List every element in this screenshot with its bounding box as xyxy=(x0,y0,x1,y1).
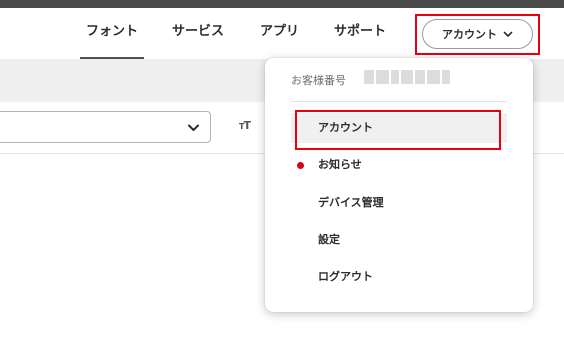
account-button[interactable]: アカウント xyxy=(422,19,533,49)
menu-item-device-management[interactable]: デバイス管理 xyxy=(291,188,507,218)
menu-item-logout[interactable]: ログアウト xyxy=(291,262,507,292)
account-dropdown-menu: お客様番号 アカウント お知らせ デバイス管理 設定 ログアウト xyxy=(265,58,533,312)
menu-item-account[interactable]: アカウント xyxy=(291,113,507,143)
menu-item-notifications-label: お知らせ xyxy=(318,158,362,171)
nav-link-support[interactable]: サポート xyxy=(334,8,386,59)
account-button-label: アカウント xyxy=(442,28,497,41)
page: フォント サービス アプリ サポート アカウント TT お客様番号 アカウント … xyxy=(0,0,564,347)
menu-item-notifications[interactable]: お知らせ xyxy=(291,150,507,180)
text-size-icon[interactable]: TT xyxy=(239,119,251,132)
font-select[interactable] xyxy=(0,111,211,143)
menu-divider xyxy=(291,101,507,102)
text-size-glyph: T xyxy=(243,119,250,132)
main-nav: フォント サービス アプリ サポート アカウント xyxy=(0,8,564,59)
top-bar xyxy=(0,0,564,8)
notification-dot-icon xyxy=(297,162,304,169)
nav-link-fonts[interactable]: フォント xyxy=(79,8,145,59)
menu-item-settings[interactable]: 設定 xyxy=(291,225,507,255)
nav-link-services[interactable]: サービス xyxy=(172,8,224,59)
customer-number-redacted xyxy=(364,70,450,84)
chevron-down-icon xyxy=(503,31,513,37)
nav-link-apps[interactable]: アプリ xyxy=(260,8,299,59)
chevron-down-icon xyxy=(188,124,199,131)
customer-number-label: お客様番号 xyxy=(291,74,346,87)
